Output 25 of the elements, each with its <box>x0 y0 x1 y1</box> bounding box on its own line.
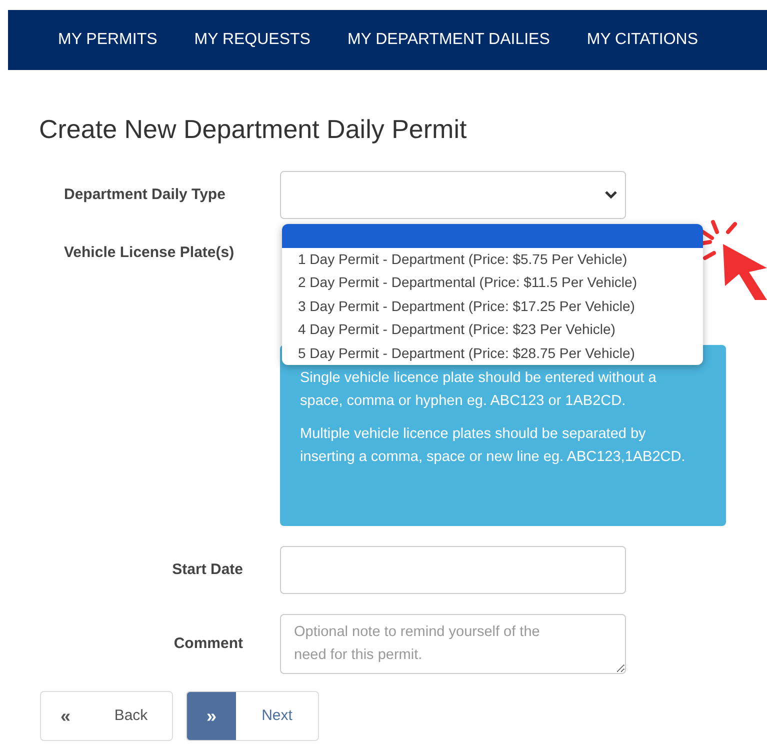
date-field[interactable] <box>280 546 626 594</box>
back-button[interactable]: « Back <box>40 691 173 741</box>
double-chevron-right-icon: » <box>187 692 236 740</box>
dropdown-option[interactable]: 3 Day Permit - Department (Price: $17.25 Per Vehicle) <box>282 294 703 318</box>
nav-link[interactable]: MY PERMITS <box>58 28 158 52</box>
nav-link[interactable]: MY CITATIONS <box>586 28 698 52</box>
double-chevron-left-icon: « <box>41 692 90 740</box>
field-label: Department Daily Type <box>63 184 226 205</box>
field-label: Comment <box>172 634 243 654</box>
chevron-down-icon <box>605 191 617 199</box>
dropdown-option[interactable]: 1 Day Permit - Department (Price: $5.75 Per Vehicle) <box>282 248 703 271</box>
info-text: Single vehicle licence plate should be entered without a space, comma or hyphen eg. ABC123 or 1AB2CD. <box>300 369 658 411</box>
select-field[interactable] <box>280 171 626 219</box>
comment-field[interactable]: Optional note to remind yourself of the need for this permit. <box>280 614 626 674</box>
nav-link[interactable]: MY DEPARTMENT DAILIES <box>347 28 550 52</box>
dropdown-option[interactable]: 5 Day Permit - Department (Price: $28.75 Per Vehicle) <box>282 342 703 365</box>
nav-link[interactable]: MY REQUESTS <box>194 28 310 52</box>
dropdown-option[interactable] <box>282 224 703 248</box>
field-label: Vehicle License Plate(s) <box>63 243 236 263</box>
info-text: Multiple vehicle licence plates should be separated by inserting a comma, space or new line eg. ABC123,1AB2CD. <box>300 425 686 467</box>
field-label: Start Date <box>171 560 243 580</box>
page-title: Create New Department Daily Permit <box>39 113 468 146</box>
dropdown-option[interactable]: 4 Day Permit - Department (Price: $23 Per Vehicle) <box>282 318 703 342</box>
dropdown-option[interactable]: 2 Day Permit - Departmental (Price: $11.5 Per Vehicle) <box>282 271 703 294</box>
next-button[interactable]: » Next <box>186 691 319 741</box>
